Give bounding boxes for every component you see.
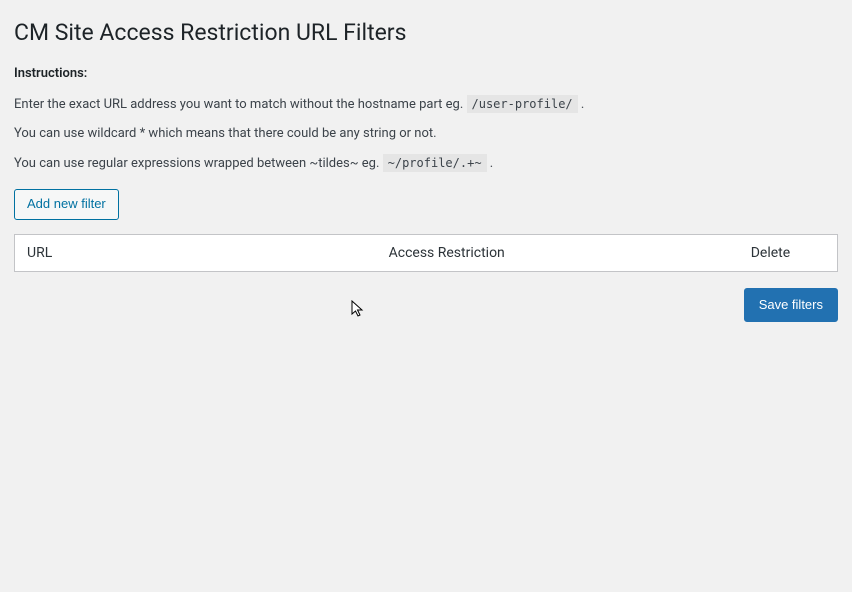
table-header-delete: Delete: [739, 235, 838, 272]
instruction-line-1: Enter the exact URL address you want to …: [14, 95, 838, 115]
instruction-line-2: You can use wildcard * which means that …: [14, 124, 838, 144]
page-title: CM Site Access Restriction URL Filters: [14, 18, 838, 48]
instructions-label: Instructions:: [14, 66, 838, 81]
table-header-access-restriction: Access Restriction: [377, 235, 739, 272]
table-header-url: URL: [15, 235, 377, 272]
instruction-text: Enter the exact URL address you want to …: [14, 97, 467, 112]
save-filters-button[interactable]: Save filters: [744, 288, 838, 322]
instruction-text: You can use regular expressions wrapped …: [14, 156, 383, 171]
add-new-filter-button[interactable]: Add new filter: [14, 189, 119, 220]
instruction-line-3: You can use regular expressions wrapped …: [14, 154, 838, 174]
instruction-text: .: [490, 156, 493, 171]
instruction-text: .: [581, 97, 584, 112]
table-header-row: URL Access Restriction Delete: [15, 235, 838, 272]
filters-table: URL Access Restriction Delete: [14, 234, 838, 272]
actions-row: Save filters: [14, 288, 838, 322]
instruction-code-example-2: ~/profile/.+~: [383, 154, 487, 172]
instruction-code-example-1: /user-profile/: [467, 95, 578, 113]
